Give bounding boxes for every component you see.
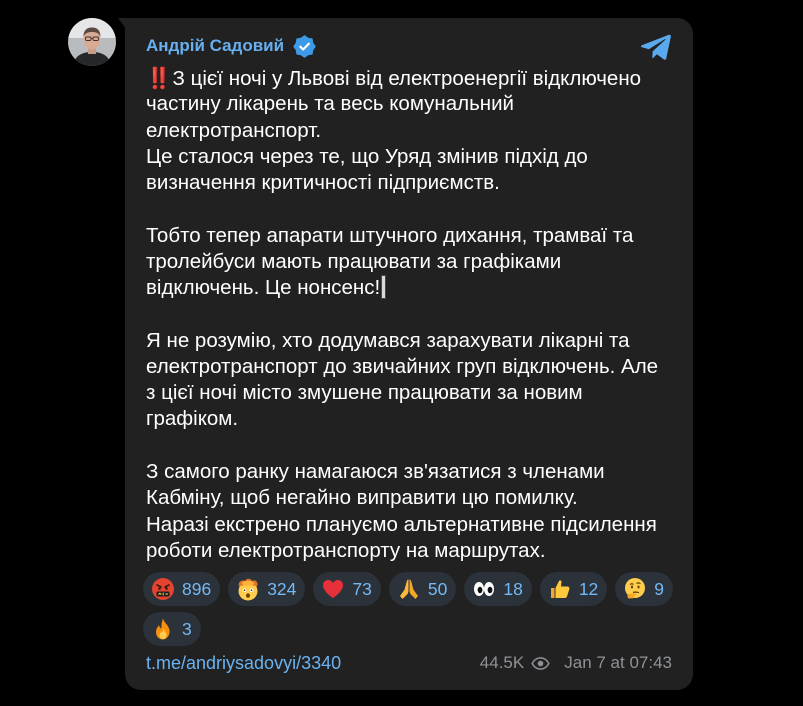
fire-icon — [156, 618, 170, 640]
message-line-text: графіком. — [146, 407, 239, 431]
message-line: Це сталося через те, що Уряд змінив підх… — [146, 144, 676, 170]
folded-hands-icon — [399, 579, 418, 599]
message-line-text: З цієї ночі у Львові від електроенергії … — [172, 67, 642, 90]
reaction-folded-hands[interactable]: 50 — [388, 572, 457, 606]
message-header: Андрій Садовий — [146, 34, 316, 58]
verified-badge-icon — [293, 34, 316, 58]
eye-icon — [531, 656, 550, 670]
message-paragraph: З самого ранку намагаюся зв'язатися з чл… — [146, 459, 676, 564]
reaction-count: 896 — [182, 578, 212, 599]
channel-avatar[interactable] — [68, 18, 116, 66]
message-line-text: електротранспорт до звичайних груп відкл… — [146, 354, 659, 378]
reaction-count: 324 — [267, 578, 297, 599]
message-paragraph: ‼️З цієї ночі у Львові від електроенергі… — [146, 65, 676, 196]
message-line-text: відключень. Це нонсенс! — [146, 276, 381, 300]
message-line-text: частину лікарень та весь комунальний — [146, 92, 514, 116]
double-exclamation-emoji: ‼️ — [146, 66, 172, 90]
eyes-icon — [474, 582, 495, 596]
avatar-photo-icon — [68, 18, 116, 66]
reaction-fire[interactable]: 3 — [143, 612, 201, 646]
message-line-text: електротранспорт. — [146, 118, 322, 142]
message-paragraph: Тобто тепер апарати штучного дихання, тр… — [146, 223, 676, 302]
message-line-text: визначення критичності підприємств. — [146, 171, 500, 195]
message-line: з цієї ночі місто змушене працювати за н… — [146, 380, 676, 406]
reaction-thinking-face[interactable]: 9 — [615, 572, 674, 606]
message-line: Наразі екстрено плануємо альтернативне п… — [146, 512, 676, 538]
message-line: графіком. — [146, 406, 676, 432]
reactions-bar: 896 324 73 50 18 12 9 3 — [143, 572, 691, 646]
reaction-thumbs-up[interactable]: 12 — [539, 572, 608, 606]
reaction-red-heart[interactable]: 73 — [313, 572, 381, 606]
post-link[interactable]: t.me/andriysadovyi/3340 — [146, 653, 341, 674]
face-with-symbols-icon — [152, 578, 174, 600]
message-line-text: з цієї ночі місто змушене працювати за н… — [146, 381, 583, 405]
message-line: електротранспорт. — [146, 118, 676, 144]
message-line: відключень. Це нонсенс! — [146, 275, 676, 301]
message-line: роботи електротранспорту на маршрутах. — [146, 538, 676, 564]
mouse-text-cursor — [381, 275, 387, 300]
message-line: Кабміну, щоб негайно виправити цю помилк… — [146, 485, 676, 511]
reaction-eyes[interactable]: 18 — [464, 572, 532, 606]
reaction-face-with-symbols[interactable]: 896 — [143, 572, 221, 606]
thinking-face-icon — [625, 578, 646, 599]
message-line-text: З самого ранку намагаюся зв'язатися з чл… — [146, 459, 605, 483]
reaction-count: 73 — [352, 578, 372, 599]
message-line-text: роботи електротранспорту на маршрутах. — [146, 538, 546, 562]
reaction-count: 9 — [654, 578, 665, 599]
message-line: ‼️З цієї ночі у Львові від електроенергі… — [146, 65, 676, 91]
telegram-logo[interactable] — [640, 33, 672, 61]
message-line: тролейбуси мають працювати за графіками — [146, 249, 676, 275]
message-line-text: тролейбуси мають працювати за графіками — [146, 249, 562, 273]
thumbs-up-icon — [550, 580, 570, 598]
telegram-logo-icon — [640, 34, 671, 60]
red-heart-icon — [323, 580, 344, 598]
message-footer: t.me/andriysadovyi/3340 44.5K Jan 7 at 0… — [146, 652, 672, 674]
message-line-text: Це сталося через те, що Уряд змінив підх… — [146, 144, 588, 168]
bubble-tail — [118, 18, 126, 29]
message-line: Я не розумію, хто додумався зарахувати л… — [146, 328, 676, 354]
message-bubble: Андрій Садовий ‼️З цієї ночі у Львові ві… — [118, 18, 693, 690]
message-line-text: Тобто тепер апарати штучного дихання, тр… — [146, 223, 634, 247]
exploding-head-icon — [238, 578, 258, 601]
message-line-text: Кабміну, щоб негайно виправити цю помилк… — [146, 486, 578, 510]
reaction-count: 3 — [182, 618, 192, 639]
message-line-text: Наразі екстрено плануємо альтернативне п… — [146, 512, 657, 536]
reaction-count: 50 — [427, 578, 448, 599]
message-line: частину лікарень та весь комунальний — [146, 91, 676, 117]
message-line: Тобто тепер апарати штучного дихання, тр… — [146, 223, 676, 249]
message-line: визначення критичності підприємств. — [146, 170, 676, 196]
reaction-count: 18 — [503, 578, 523, 599]
reaction-count: 12 — [578, 578, 599, 599]
message-line: З самого ранку намагаюся зв'язатися з чл… — [146, 459, 676, 485]
reaction-exploding-head[interactable]: 324 — [228, 572, 306, 606]
message-line-text: Я не розумію, хто додумався зарахувати л… — [146, 328, 630, 352]
message-paragraph: Я не розумію, хто додумався зарахувати л… — [146, 328, 676, 433]
message-text: ‼️З цієї ночі у Львові від електроенергі… — [146, 65, 676, 564]
views-count: 44.5K — [479, 653, 525, 672]
post-meta: 44.5K Jan 7 at 07:43 — [480, 653, 672, 673]
message-line: електротранспорт до звичайних груп відкл… — [146, 354, 676, 380]
channel-name[interactable]: Андрій Садовий — [146, 36, 284, 56]
post-date[interactable]: Jan 7 at 07:43 — [564, 653, 672, 673]
